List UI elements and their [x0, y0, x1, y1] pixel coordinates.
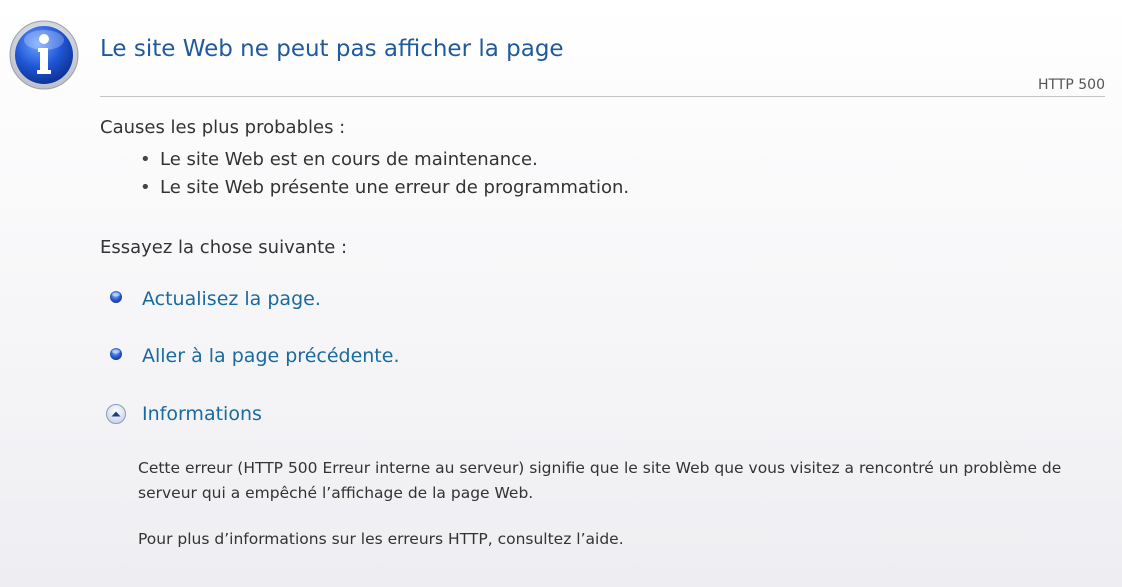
cause-item: • Le site Web est en cours de maintenance…: [138, 147, 629, 175]
previous-page-label: Aller à la page précédente.: [142, 345, 400, 367]
refresh-page-link[interactable]: Actualisez la page.: [105, 288, 321, 310]
cause-item: • Le site Web présente une erreur de prog…: [138, 175, 629, 203]
cause-item-text: Le site Web présente une erreur de progr…: [160, 177, 630, 198]
bullet-dot-icon: •: [140, 149, 151, 170]
collapse-arrow-icon: [106, 404, 126, 424]
info-icon: [9, 20, 79, 90]
header-divider: [100, 96, 1105, 97]
help-hint: Pour plus d’informations sur les erreurs…: [138, 530, 624, 548]
bullet-dot-icon: •: [140, 177, 151, 198]
page-title: Le site Web ne peut pas afficher la page: [100, 36, 564, 62]
informations-label: Informations: [142, 403, 262, 425]
previous-page-link[interactable]: Aller à la page précédente.: [105, 345, 399, 367]
cause-item-text: Le site Web est en cours de maintenance.: [160, 149, 538, 170]
informations-toggle[interactable]: Informations: [105, 403, 262, 425]
http-status-code: HTTP 500: [1038, 77, 1105, 93]
blue-bullet-icon: [110, 291, 122, 303]
try-heading: Essayez la chose suivante :: [100, 237, 348, 258]
error-explanation: Cette erreur (HTTP 500 Erreur interne au…: [138, 459, 1062, 502]
causes-list: • Le site Web est en cours de maintenance…: [138, 147, 629, 203]
blue-bullet-icon: [110, 348, 122, 360]
causes-heading: Causes les plus probables :: [100, 117, 346, 138]
refresh-page-label: Actualisez la page.: [142, 288, 321, 310]
